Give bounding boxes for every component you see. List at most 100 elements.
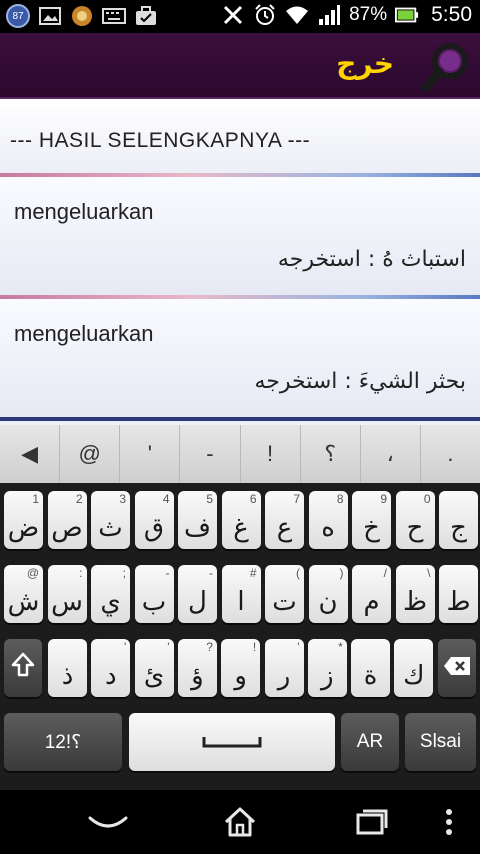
symbol-key-dash[interactable]: - <box>180 425 241 483</box>
key-label: ر <box>277 661 291 691</box>
key-row3-5[interactable]: ' ر <box>264 639 304 697</box>
key-row-3: ذ ' د ' ئ? ؤ! و ' ر * ز ة ك <box>0 639 480 713</box>
key-row2-4[interactable]: -ل <box>178 565 217 623</box>
signal-icon <box>317 3 341 27</box>
badge-87-icon: 87 <box>6 4 30 28</box>
key-row2-0[interactable]: @ ش <box>4 565 43 623</box>
symbol-key-apostrophe[interactable]: ' <box>120 425 181 483</box>
result-word: mengeluarkan <box>14 199 154 224</box>
key-label: م <box>363 587 380 617</box>
backspace-key[interactable] <box>438 639 476 697</box>
key-row2-9[interactable]: \ ظ <box>395 565 435 623</box>
key-hint: - <box>209 566 213 580</box>
alarm-icon <box>253 3 277 27</box>
language-key[interactable]: AR <box>341 713 399 771</box>
key-row1-0[interactable]: 1ض <box>4 491 43 549</box>
next-key[interactable]: Slsai <box>405 713 476 771</box>
key-row3-4[interactable]: ! و <box>221 639 261 697</box>
symbol-key-at[interactable]: @ <box>60 425 121 483</box>
result-word: mengeluarkan <box>14 321 154 346</box>
results-panel: --- HASIL SELENGKAPNYA --- mengeluarkan … <box>0 99 480 425</box>
key-row3-2[interactable]: ' ئ <box>134 639 174 697</box>
key-label: و <box>234 661 247 691</box>
symbol-key-question[interactable]: ؟ <box>301 425 361 483</box>
clock: 5:50 <box>431 3 472 26</box>
shift-icon <box>4 652 42 685</box>
system-status: 87% 5:50 <box>221 3 472 27</box>
symbol-key-left-arrow[interactable]: ◀ <box>0 425 61 483</box>
key-row2-3[interactable]: -ب <box>134 565 174 623</box>
search-icon[interactable] <box>418 39 474 95</box>
recents-icon[interactable] <box>342 804 402 840</box>
result-item[interactable]: mengeluarkan بحثر الشيءَ : استخرجه <box>0 299 480 417</box>
home-icon[interactable] <box>210 804 270 840</box>
key-label: خ <box>363 513 380 543</box>
symbol-key-exclamation[interactable]: ! <box>241 425 301 483</box>
key-row3-0[interactable]: ذ <box>48 639 87 697</box>
key-row3-1[interactable]: ' د <box>91 639 131 697</box>
key-row-2: @ ش: س; ي - ب - ل # ا(ت) ن / م \ ظ ط <box>0 565 480 639</box>
key-row2-8[interactable]: / م <box>352 565 391 623</box>
result-item[interactable]: mengeluarkan استباث هُ : استخرجه <box>0 177 480 295</box>
key-row3-3[interactable]: ? ؤ <box>177 639 217 697</box>
back-icon[interactable] <box>78 804 138 840</box>
key-row1-5[interactable]: 6غ <box>221 491 261 549</box>
battery-icon <box>395 3 419 27</box>
key-hint: 2 <box>75 492 83 506</box>
symbol-key-comma[interactable]: ، <box>361 425 421 483</box>
key-hint: 8 <box>336 492 344 506</box>
key-row1-9[interactable]: 0ح <box>395 491 435 549</box>
space-key[interactable] <box>129 713 335 771</box>
keyboard-icon <box>102 4 126 28</box>
key-row2-2[interactable]: ; ي <box>91 565 130 623</box>
key-label: ذ <box>61 661 74 691</box>
key-row1-3[interactable]: 4ق <box>134 491 174 549</box>
key-hint: 0 <box>423 492 431 506</box>
key-hint: 4 <box>162 492 170 506</box>
key-row1-10[interactable]: ج <box>439 491 478 549</box>
key-hint: @ <box>26 566 39 580</box>
space-icon <box>202 737 262 748</box>
key-label: ف <box>184 513 211 543</box>
key-label: ج <box>450 513 467 543</box>
app-title: خرج <box>336 47 394 80</box>
key-row2-10[interactable]: ط <box>439 565 478 623</box>
key-row3-7[interactable]: ة <box>351 639 391 697</box>
key-row1-7[interactable]: 8ه <box>308 491 348 549</box>
key-hint: ! <box>252 640 257 654</box>
key-row1-2[interactable]: 3ث <box>91 491 130 549</box>
key-row3-6[interactable]: * ز <box>307 639 347 697</box>
result-arabic: استباث هُ : استخرجه <box>277 247 466 272</box>
key-hint: 1 <box>32 492 39 506</box>
key-hint: ? <box>206 640 213 654</box>
symbol-key-period[interactable]: . <box>421 425 480 483</box>
battery-percent: 87% <box>349 4 388 25</box>
key-row2-7[interactable]: ) ن <box>308 565 348 623</box>
shift-key[interactable] <box>4 639 42 697</box>
key-hint: ' <box>167 640 170 654</box>
key-label: ؤ <box>191 661 204 691</box>
status-bar: 87 87% 5:50 <box>0 0 480 33</box>
soft-keyboard: ◀ @ ' - ! ؟ ، . 1ض2ص3ث4ق5ف6غ7ع8ه9خ0حج @ ش… <box>0 425 480 790</box>
key-hint: : <box>79 566 83 580</box>
key-label: ت <box>272 587 297 617</box>
key-row3-8[interactable]: ك <box>394 639 434 697</box>
key-row2-1[interactable]: :س <box>47 565 87 623</box>
key-hint: 9 <box>380 492 387 506</box>
mute-icon <box>221 3 245 27</box>
key-row2-6[interactable]: (ت <box>265 565 304 623</box>
app-bar: خرج <box>0 33 480 99</box>
key-row1-8[interactable]: 9خ <box>352 491 391 549</box>
key-label: ه <box>321 513 335 543</box>
key-row2-5[interactable]: # ا <box>221 565 261 623</box>
key-row1-1[interactable]: 2ص <box>47 491 87 549</box>
notification-icons: 87 <box>6 4 158 28</box>
key-row-1: 1ض2ص3ث4ق5ف6غ7ع8ه9خ0حج <box>0 491 480 565</box>
key-row1-6[interactable]: 7ع <box>265 491 304 549</box>
key-hint: # <box>249 566 257 580</box>
key-label: ع <box>276 513 293 543</box>
symbols-key[interactable]: ؟!12 <box>4 713 122 771</box>
key-row1-4[interactable]: 5ف <box>178 491 217 549</box>
key-label: د <box>105 661 117 691</box>
menu-icon[interactable] <box>424 804 474 840</box>
